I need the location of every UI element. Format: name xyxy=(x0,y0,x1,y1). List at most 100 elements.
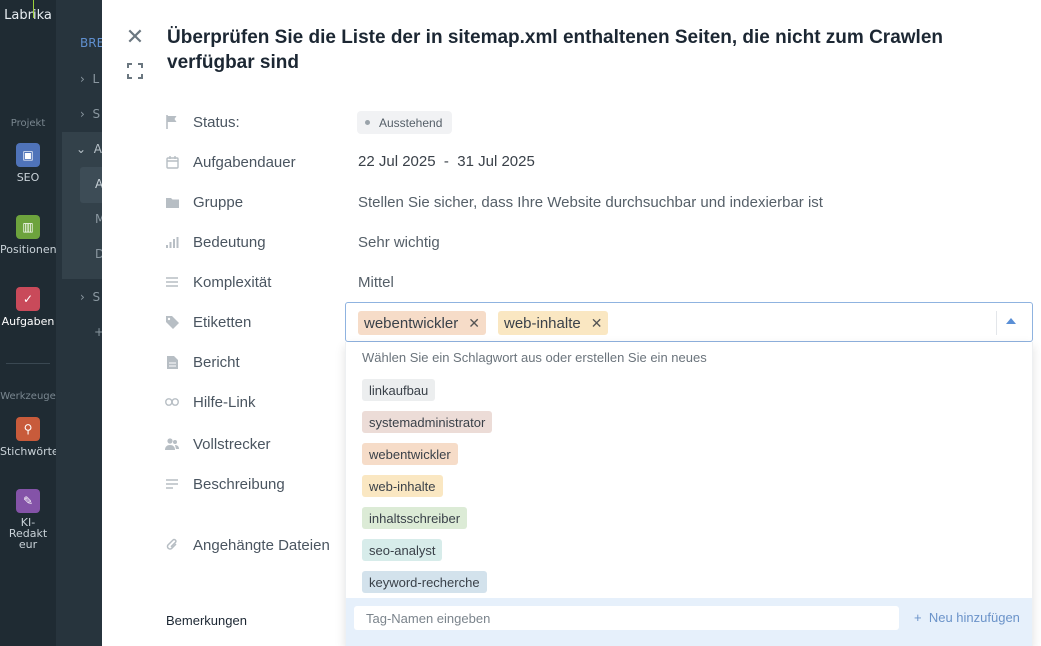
signal-bars-icon xyxy=(164,234,180,250)
selected-tag[interactable]: webentwickler ✕ xyxy=(358,311,486,335)
tree-row[interactable]: › S xyxy=(80,107,100,121)
tag-option[interactable]: inhaltsschreiber xyxy=(362,507,468,529)
tag-option[interactable]: keyword-recherche xyxy=(362,571,487,593)
status-value: Ausstehend xyxy=(379,115,443,130)
chevron-up-icon[interactable] xyxy=(1006,318,1016,324)
lines-icon xyxy=(164,274,180,290)
field-tags: Etiketten xyxy=(164,310,251,334)
tag-option[interactable]: web-inhalte xyxy=(362,475,443,497)
fullscreen-icon[interactable] xyxy=(126,62,144,80)
tag-icon xyxy=(164,314,180,330)
link-icon xyxy=(164,394,180,410)
sidebar-item-ai-editor[interactable]: ✎ KI-Redakteur xyxy=(0,489,56,550)
sidebar-item-tasks[interactable]: ✓ Aufgaben xyxy=(0,287,56,328)
remove-tag-icon[interactable]: ✕ xyxy=(591,315,603,332)
chart-icon: ▥ xyxy=(16,215,40,239)
tree-add[interactable]: + xyxy=(94,325,102,339)
users-icon xyxy=(164,436,180,452)
selected-tag-label: web-inhalte xyxy=(504,314,581,332)
field-complexity: Komplexität xyxy=(164,270,271,294)
duration-start: 22 Jul 2025 xyxy=(358,153,436,170)
field-executor: Vollstrecker xyxy=(164,432,271,456)
help-link-label: Hilfe-Link xyxy=(193,393,256,411)
sidebar-item-label: Stichwörter xyxy=(0,445,64,458)
description-label: Beschreibung xyxy=(193,475,285,493)
section-project-label: Projekt xyxy=(10,118,46,129)
sidebar-item-seo[interactable]: ▣ SEO xyxy=(0,143,56,184)
field-attachments: Angehängte Dateien xyxy=(164,533,330,557)
complexity-label: Komplexität xyxy=(193,273,272,291)
calendar-icon xyxy=(164,154,180,170)
importance-value[interactable]: Sehr wichtig xyxy=(358,234,440,251)
text-lines-icon xyxy=(164,476,180,492)
field-group: Gruppe xyxy=(164,190,243,214)
field-report: Bericht xyxy=(164,350,240,374)
section-tools-label: Werkzeuge xyxy=(0,391,56,402)
sidebar-item-label: SEO xyxy=(16,171,40,184)
selected-tag-label: webentwickler xyxy=(364,314,459,332)
status-dot-icon xyxy=(365,120,370,125)
tag-option[interactable]: systemadministrator xyxy=(362,411,493,433)
field-duration: Aufgabendauer xyxy=(164,150,296,174)
tags-label: Etiketten xyxy=(193,313,252,331)
select-divider xyxy=(996,311,997,335)
tag-name-input[interactable] xyxy=(354,606,899,630)
sidebar-item-positions[interactable]: ▥ Positionen xyxy=(0,215,57,256)
tree-row[interactable]: M xyxy=(95,212,102,226)
tree-row[interactable]: › S xyxy=(80,290,100,304)
tags-select[interactable]: webentwickler ✕ web-inhalte ✕ xyxy=(345,302,1033,342)
status-label: Status: xyxy=(193,113,240,131)
field-description: Beschreibung xyxy=(164,472,285,496)
sidebar-item-keywords[interactable]: ⚲ Stichwörter xyxy=(0,417,63,458)
sidebar-item-label: Positionen xyxy=(0,243,57,256)
document-icon xyxy=(164,354,180,370)
add-new-tag-label: Neu hinzufügen xyxy=(928,610,1020,625)
tree-row[interactable]: ⌄ A xyxy=(76,142,102,156)
close-icon[interactable]: ✕ xyxy=(124,27,146,49)
sidebar-divider xyxy=(6,363,50,364)
status-badge[interactable]: Ausstehend xyxy=(357,111,453,134)
sidebar-item-label: KI-Redakteur xyxy=(8,516,48,551)
field-status: Status: xyxy=(164,110,240,134)
complexity-value[interactable]: Mittel xyxy=(358,274,394,291)
paperclip-icon xyxy=(164,537,180,553)
tag-option[interactable]: webentwickler xyxy=(362,443,458,465)
tree-row[interactable]: › L xyxy=(80,72,99,86)
executor-label: Vollstrecker xyxy=(193,435,271,453)
field-help-link: Hilfe-Link xyxy=(164,390,256,414)
selected-tag[interactable]: web-inhalte ✕ xyxy=(498,311,609,335)
tree-row[interactable]: D xyxy=(95,247,102,261)
importance-label: Bedeutung xyxy=(193,233,266,251)
task-title: Überprüfen Sie die Liste der in sitemap.… xyxy=(167,27,944,73)
tree-row[interactable]: A xyxy=(95,177,102,191)
group-value[interactable]: Stellen Sie sicher, dass Ihre Website du… xyxy=(358,194,823,211)
tags-dropdown: Wählen Sie ein Schlagwort aus oder erste… xyxy=(345,342,1033,646)
project-tree: BRE › L › S ⌄ A A M D › S + xyxy=(56,0,102,646)
remarks-heading: Bemerkungen xyxy=(166,613,247,628)
duration-separator: - xyxy=(443,153,449,170)
folder-icon xyxy=(164,194,180,210)
dropdown-footer: + Neu hinzufügen xyxy=(346,598,1032,646)
flag-icon xyxy=(164,114,180,130)
main-sidebar: Labrika Projekt ▣ SEO ▥ Positionen ✓ Auf… xyxy=(0,0,63,646)
check-icon: ✓ xyxy=(16,287,40,311)
tree-breadcrumb[interactable]: BRE xyxy=(80,36,102,50)
tag-option[interactable]: seo-analyst xyxy=(362,539,443,561)
magic-wand-icon: ✎ xyxy=(16,489,40,513)
field-importance: Bedeutung xyxy=(164,230,266,254)
tag-option[interactable]: linkaufbau xyxy=(362,379,436,401)
key-icon: ⚲ xyxy=(16,417,40,441)
remove-tag-icon[interactable]: ✕ xyxy=(468,315,480,332)
dropdown-hint: Wählen Sie ein Schlagwort aus oder erste… xyxy=(362,350,707,365)
duration-label: Aufgabendauer xyxy=(193,153,296,171)
duration-end: 31 Jul 2025 xyxy=(457,153,535,170)
sidebar-item-label: Aufgaben xyxy=(1,315,55,328)
task-detail-panel: ✕ Überprüfen Sie die Liste der in sitema… xyxy=(102,0,1041,646)
app-logo[interactable]: Labrika xyxy=(0,8,56,23)
group-label: Gruppe xyxy=(193,193,244,211)
duration-value[interactable]: 22 Jul 2025 - 31 Jul 2025 xyxy=(358,153,535,170)
add-new-tag-button[interactable]: + Neu hinzufügen xyxy=(914,610,1020,625)
report-label: Bericht xyxy=(193,353,240,371)
attachments-label: Angehängte Dateien xyxy=(193,536,330,554)
clipboard-icon: ▣ xyxy=(16,143,40,167)
